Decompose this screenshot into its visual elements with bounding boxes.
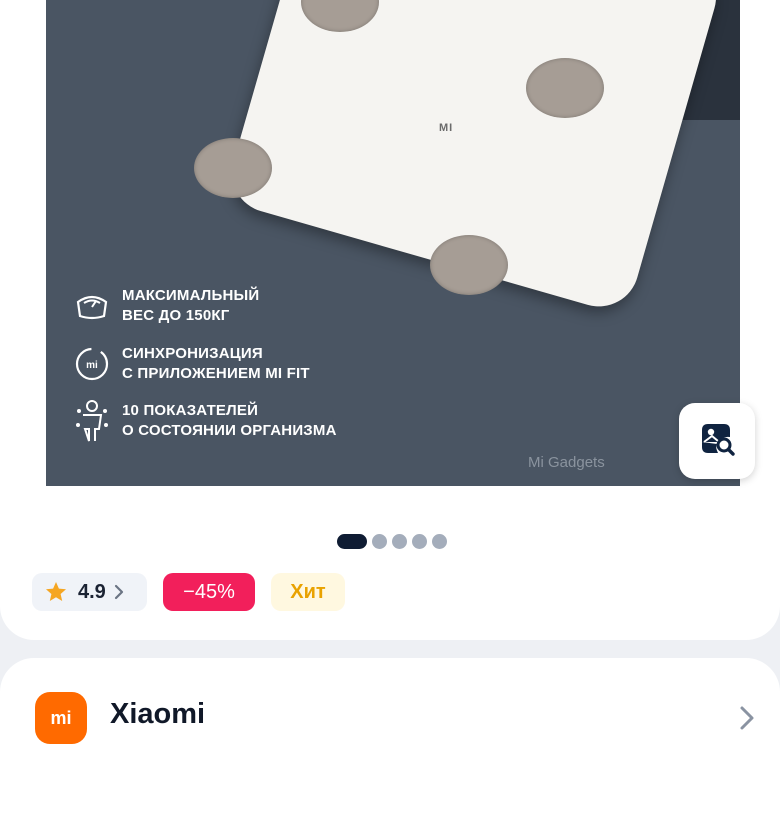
feature-body-metrics: 10 ПОКАЗАТЕЛЕЙ О СОСТОЯНИИ ОРГАНИЗМА [74,398,337,444]
scale-electrode [430,235,508,295]
chevron-right-icon [114,584,124,600]
discount-badge: −45% [163,573,255,611]
product-image-gallery[interactable]: MI МАКСИМАЛЬНЫЙ ВЕС ДО 150КГ mi СИНХРОНИЗ… [46,0,740,486]
scale-icon [74,288,110,324]
scale-electrode [526,58,604,118]
feature-line: ВЕС ДО 150КГ [122,307,230,324]
mi-sync-icon: mi [74,346,110,382]
chevron-right-icon[interactable] [738,704,756,737]
scale-logo: MI [439,122,454,134]
pagination-dot[interactable] [412,534,427,549]
feature-mi-fit-sync: mi СИНХРОНИЗАЦИЯ С ПРИЛОЖЕНИЕМ MI FIT [74,341,310,387]
brand-name[interactable]: Xiaomi [110,698,205,731]
feature-line: С ПРИЛОЖЕНИЕМ MI FIT [122,365,310,382]
rating-value: 4.9 [78,580,106,603]
image-search-icon [698,420,736,463]
gallery-pagination[interactable] [337,534,447,549]
scale-electrode [194,138,272,198]
feature-line: МАКСИМАЛЬНЫЙ [122,287,260,304]
feature-line: СИНХРОНИЗАЦИЯ [122,345,263,362]
pagination-dot[interactable] [432,534,447,549]
product-card: MI МАКСИМАЛЬНЫЙ ВЕС ДО 150КГ mi СИНХРОНИЗ… [0,0,780,640]
hit-label: Хит [290,580,326,603]
brand-row[interactable] [0,658,780,818]
brand-logo: mi [35,692,87,744]
pagination-dot[interactable] [392,534,407,549]
watermark: Mi Gadgets [528,454,605,471]
feature-max-weight: МАКСИМАЛЬНЫЙ ВЕС ДО 150КГ [74,283,259,329]
pagination-dot-active[interactable] [337,534,367,549]
discount-value: −45% [183,580,235,603]
rating-chip[interactable]: 4.9 [32,573,147,611]
pagination-dot[interactable] [372,534,387,549]
brand-logo-text: mi [50,707,72,728]
body-metrics-icon [74,400,110,442]
photo-search-button[interactable] [679,403,755,479]
feature-line: О СОСТОЯНИИ ОРГАНИЗМА [122,422,337,439]
feature-line: 10 ПОКАЗАТЕЛЕЙ [122,402,259,419]
svg-text:mi: mi [86,360,98,371]
star-icon [44,580,68,604]
hit-badge: Хит [271,573,345,611]
